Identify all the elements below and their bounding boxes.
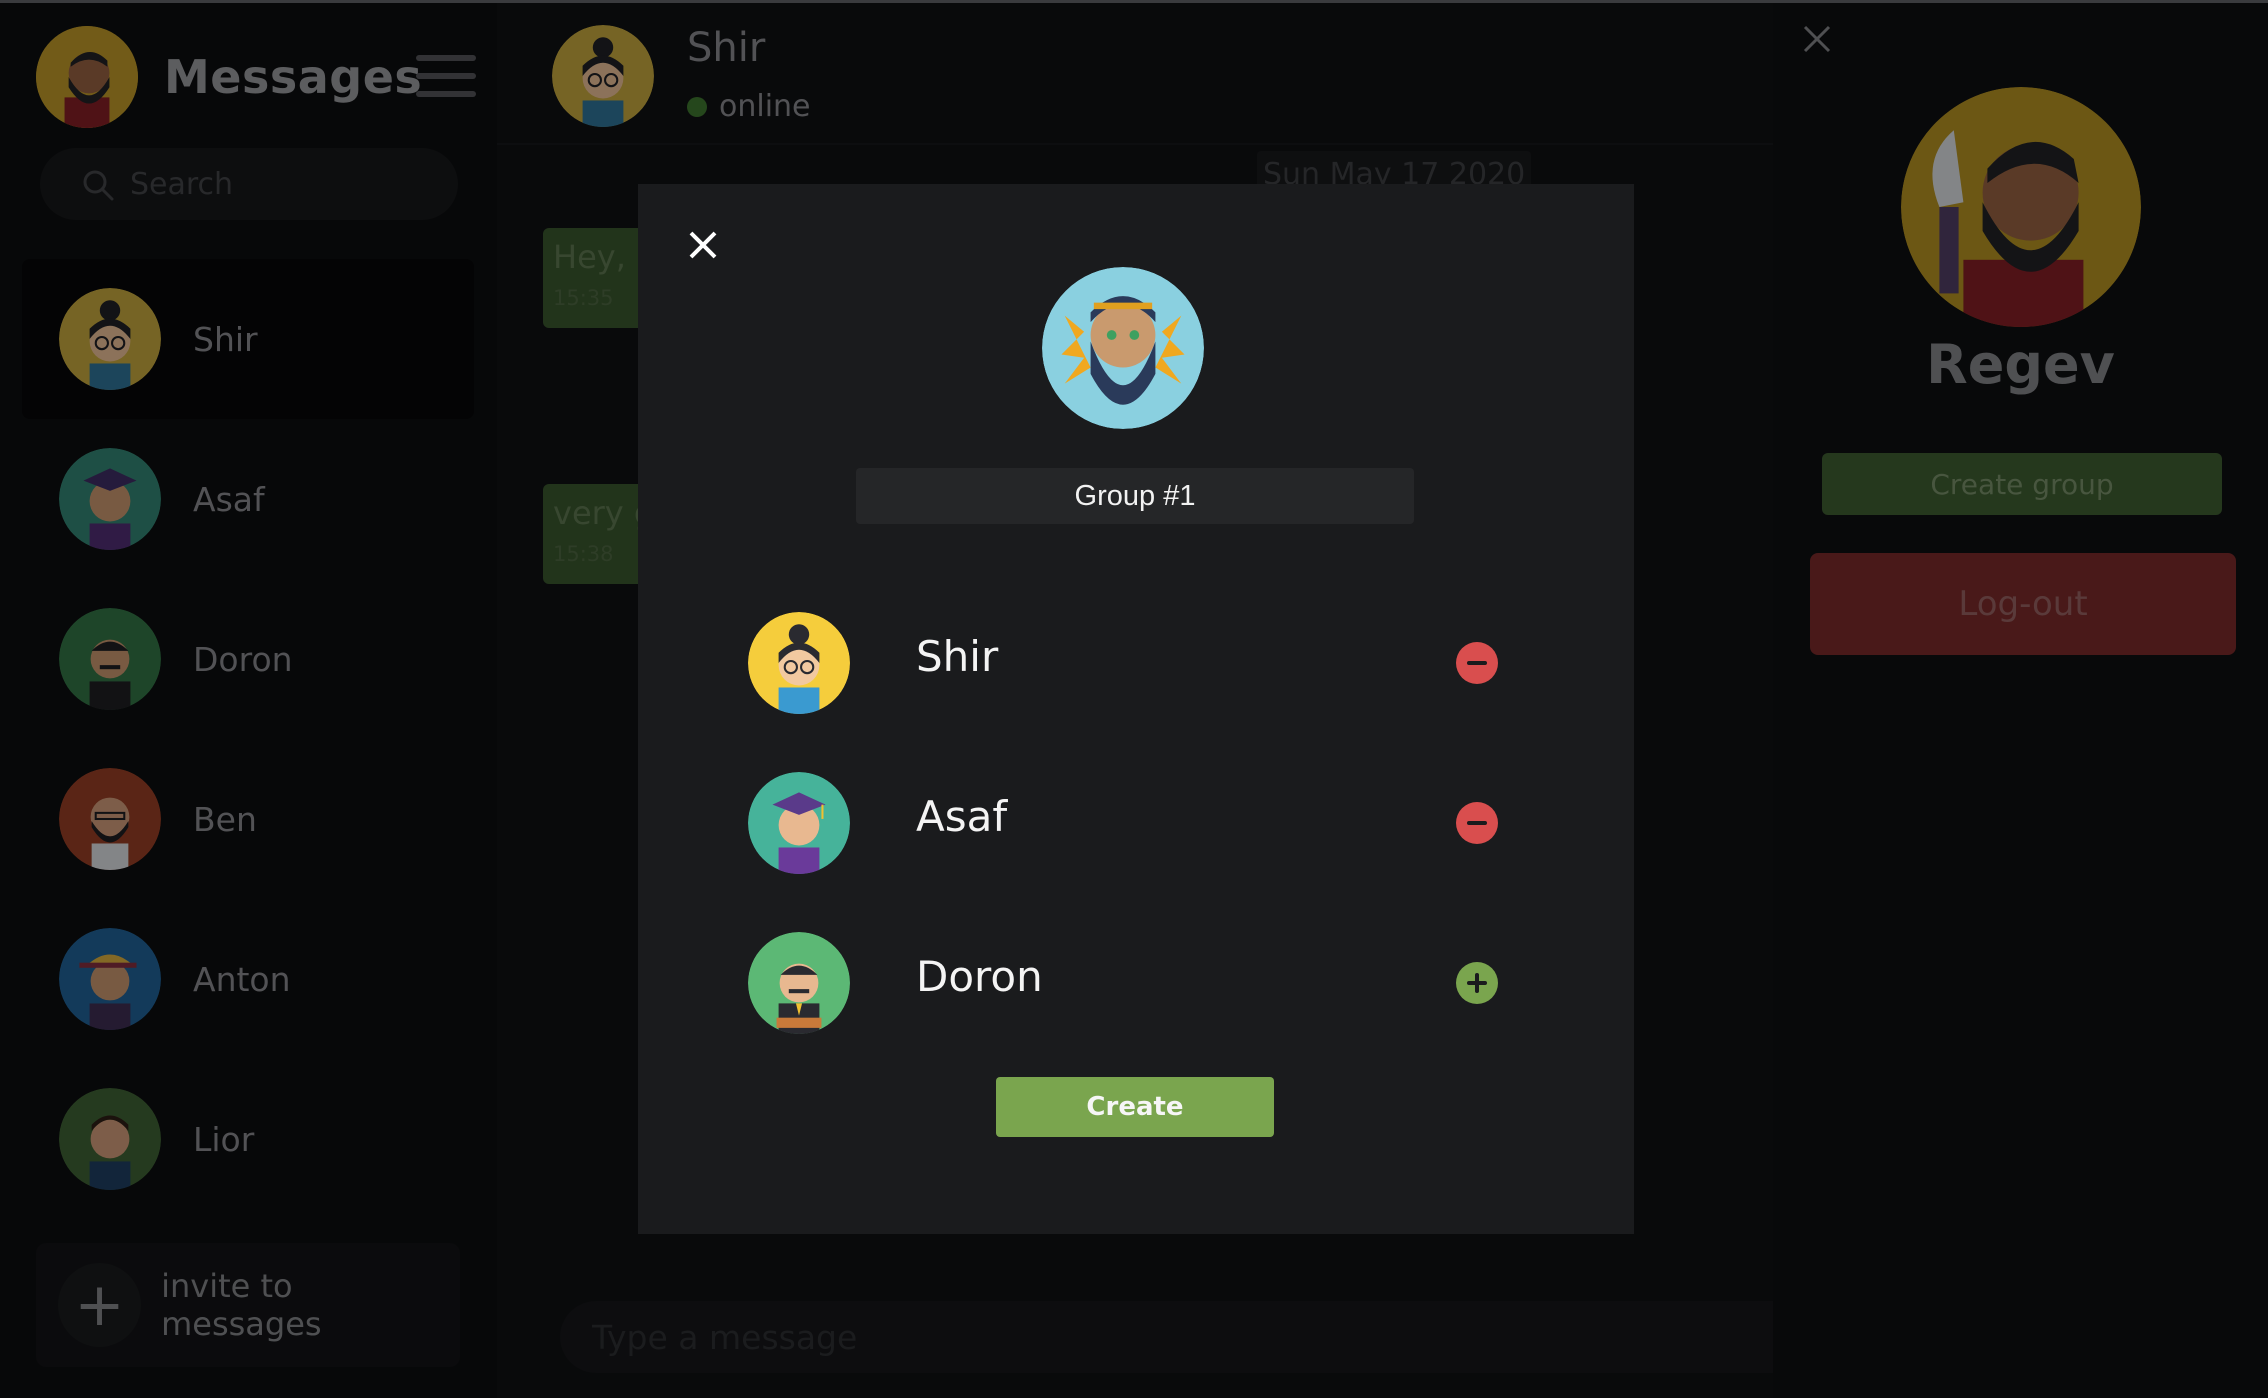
remove-member-icon[interactable] — [1456, 802, 1498, 844]
avatar — [748, 772, 850, 874]
member-name: Doron — [916, 951, 1043, 1001]
avatar — [748, 932, 850, 1034]
member-row-asaf: Asaf — [748, 772, 1538, 874]
avatar — [748, 612, 850, 714]
app-window: Messages Shir Asaf Doron — [0, 0, 2268, 1398]
group-name-input[interactable] — [856, 468, 1414, 524]
member-row-shir: Shir — [748, 612, 1538, 714]
create-group-modal: Shir Asaf Doron Create — [638, 184, 1634, 1234]
member-name: Shir — [916, 631, 999, 681]
modal-close-icon[interactable] — [688, 230, 718, 260]
member-name: Asaf — [916, 791, 1008, 841]
add-member-icon[interactable] — [1456, 962, 1498, 1004]
create-button[interactable]: Create — [996, 1077, 1274, 1137]
group-avatar[interactable] — [1042, 267, 1204, 429]
member-row-doron: Doron — [748, 932, 1538, 1034]
remove-member-icon[interactable] — [1456, 642, 1498, 684]
